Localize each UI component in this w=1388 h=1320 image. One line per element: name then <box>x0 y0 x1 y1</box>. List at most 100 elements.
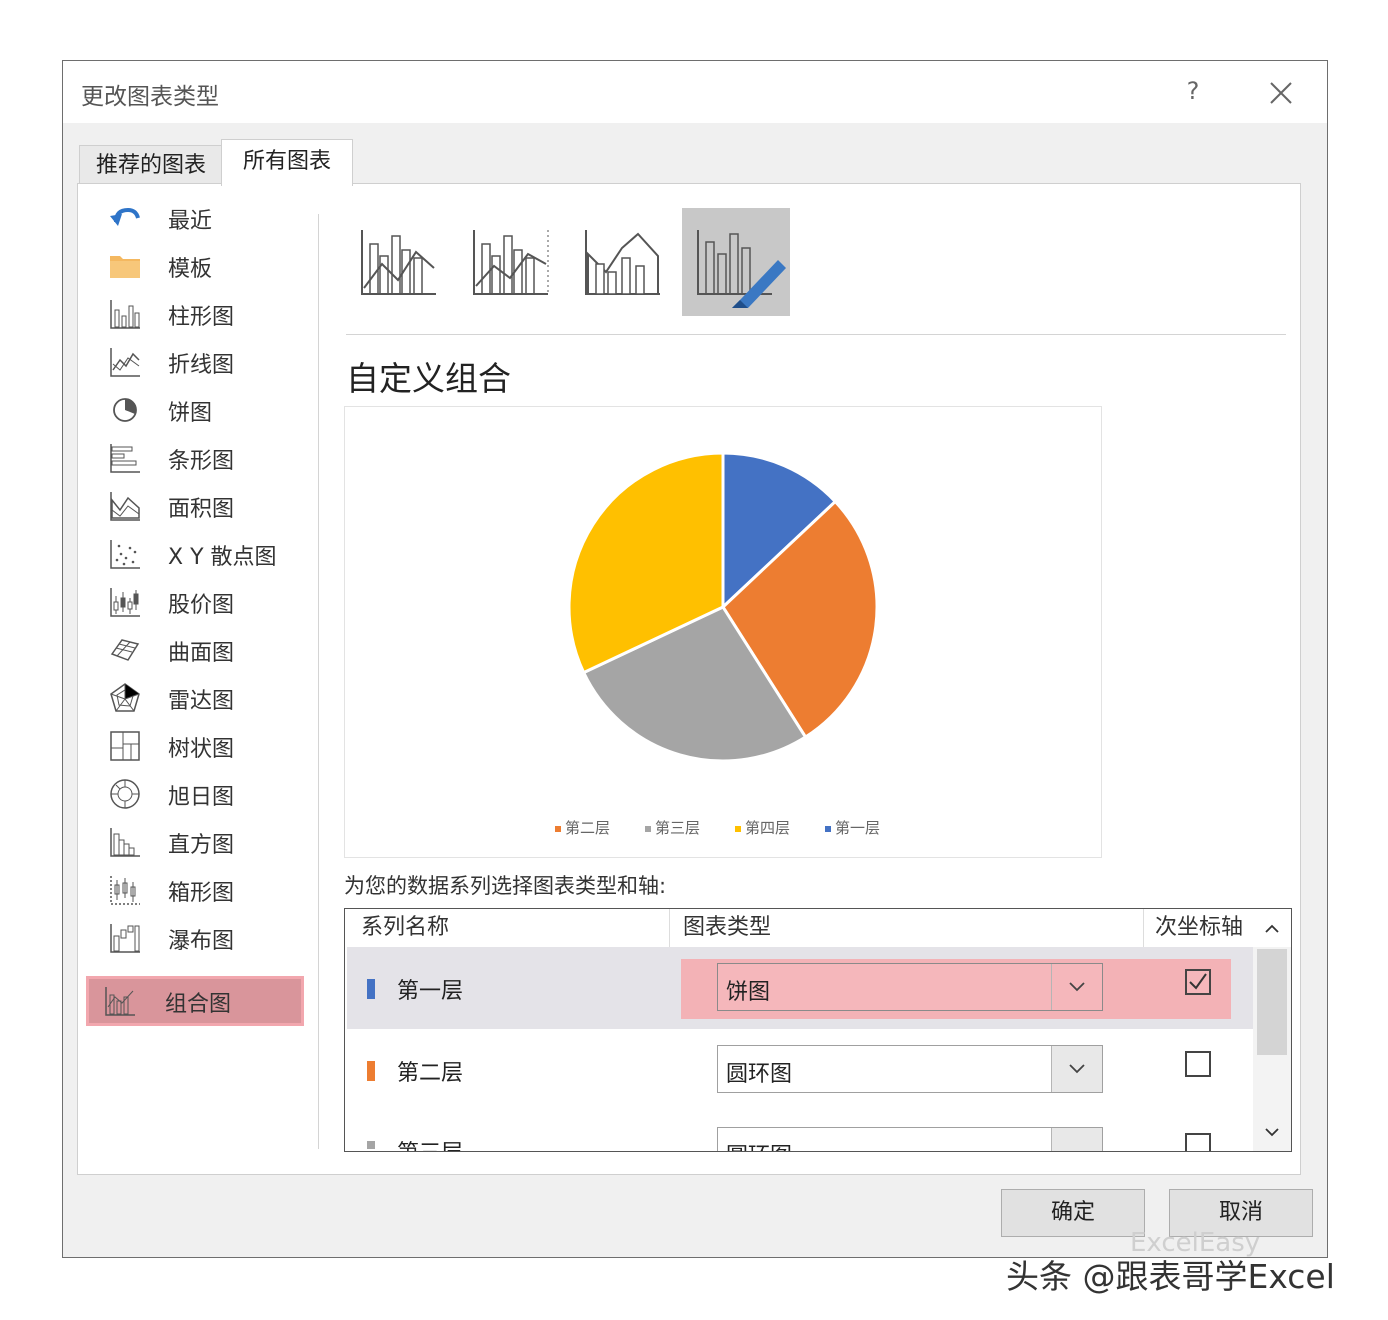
series-name: 第三层 <box>397 1135 463 1151</box>
secondary-axis-checkbox[interactable] <box>1185 1051 1211 1077</box>
category-waterfall[interactable]: 瀑布图 <box>96 918 296 958</box>
category-label: X Y 散点图 <box>168 545 277 570</box>
scrollbar-thumb[interactable] <box>1257 949 1287 1055</box>
pie-chart <box>567 451 879 763</box>
box-whisker-chart-icon <box>110 876 140 905</box>
chart-type-select[interactable]: 圆环图 <box>717 1045 1103 1093</box>
header-chart-type: 图表类型 <box>683 915 772 940</box>
close-button[interactable] <box>1261 73 1301 113</box>
category-label: 箱形图 <box>168 881 235 906</box>
category-pie[interactable]: 饼图 <box>96 390 296 430</box>
secondary-axis-checkbox[interactable] <box>1185 969 1211 995</box>
category-label: 饼图 <box>168 401 213 426</box>
subtype-clustered-column-line[interactable] <box>346 208 454 316</box>
category-radar[interactable]: 雷达图 <box>96 678 296 718</box>
dropdown-button[interactable] <box>1051 1128 1102 1151</box>
dropdown-button[interactable] <box>1051 964 1102 1010</box>
legend-swatch <box>735 825 741 832</box>
legend-item: 第一层 <box>825 817 880 838</box>
ok-button[interactable]: 确定 <box>1001 1189 1145 1237</box>
header-series-name: 系列名称 <box>361 915 450 940</box>
chevron-down-icon <box>1069 1064 1085 1074</box>
tab-all-charts[interactable]: 所有图表 <box>221 139 353 186</box>
category-label: 模板 <box>168 257 213 282</box>
subtype-separator <box>346 334 1286 335</box>
select-value: 圆环图 <box>726 1138 792 1151</box>
category-area[interactable]: 面积图 <box>96 486 296 526</box>
category-treemap[interactable]: 树状图 <box>96 726 296 766</box>
category-surface[interactable]: 曲面图 <box>96 630 296 670</box>
legend-label: 第三层 <box>655 819 701 837</box>
chart-type-select[interactable]: 饼图 <box>717 963 1103 1011</box>
dropdown-button[interactable] <box>1051 1046 1102 1092</box>
category-label: 最近 <box>168 209 213 234</box>
close-icon <box>1270 82 1292 104</box>
select-value: 饼图 <box>726 980 771 1005</box>
combo-chart-icon <box>105 987 135 1016</box>
category-label: 直方图 <box>168 833 235 858</box>
category-label: 瀑布图 <box>168 929 235 954</box>
category-stock[interactable]: 股价图 <box>96 582 296 622</box>
column-separator <box>1143 909 1144 947</box>
category-label: 条形图 <box>168 449 235 474</box>
legend-label: 第一层 <box>835 819 881 837</box>
tab-recommended-charts[interactable]: 推荐的图表 <box>79 145 223 184</box>
legend-swatch <box>645 825 651 832</box>
panel-divider <box>318 214 319 1149</box>
legend-swatch <box>825 825 831 832</box>
legend-item: 第四层 <box>735 817 790 838</box>
column-separator <box>669 909 670 947</box>
category-histogram[interactable]: 直方图 <box>96 822 296 862</box>
series-name: 第二层 <box>397 1061 464 1086</box>
category-column[interactable]: 柱形图 <box>96 294 296 334</box>
legend-label: 第二层 <box>565 819 611 837</box>
category-line[interactable]: 折线图 <box>96 342 296 382</box>
stock-chart-icon <box>110 588 140 617</box>
category-xy-scatter[interactable]: X Y 散点图 <box>96 534 296 574</box>
scroll-down-icon[interactable] <box>1257 1121 1287 1143</box>
chevron-down-icon <box>1069 982 1085 992</box>
scroll-up-icon[interactable] <box>1257 917 1287 939</box>
help-button[interactable]: ? <box>1175 73 1211 109</box>
bar-chart-icon <box>110 444 140 473</box>
legend-label: 第四层 <box>745 819 791 837</box>
category-label: 折线图 <box>168 353 235 378</box>
series-table: 系列名称 图表类型 次坐标轴 第一层 饼图 第二层 圆环图 <box>344 908 1292 1152</box>
category-recent[interactable]: 最近 <box>96 198 296 238</box>
subtype-stacked-area-clustered-column[interactable] <box>570 208 678 316</box>
undo-arrow-icon <box>110 207 140 226</box>
column-chart-icon <box>110 300 140 329</box>
category-bar[interactable]: 条形图 <box>96 438 296 478</box>
category-box-whisker[interactable]: 箱形图 <box>96 870 296 910</box>
category-label: 股价图 <box>168 593 235 618</box>
category-label: 组合图 <box>165 992 232 1017</box>
legend-swatch <box>555 825 561 832</box>
series-color-swatch <box>367 1141 375 1149</box>
category-label: 旭日图 <box>168 785 235 810</box>
scatter-chart-icon <box>110 540 140 569</box>
category-label: 面积图 <box>168 497 235 522</box>
chart-type-select[interactable]: 圆环图 <box>717 1127 1103 1151</box>
category-combo[interactable]: 组合图 <box>86 976 304 1026</box>
category-label: 树状图 <box>168 737 235 762</box>
legend-item: 第三层 <box>645 817 700 838</box>
legend-item: 第二层 <box>555 817 610 838</box>
category-templates[interactable]: 模板 <box>96 246 296 286</box>
secondary-axis-checkbox[interactable] <box>1185 1133 1211 1151</box>
sunburst-chart-icon <box>110 779 140 809</box>
custom-combination-icon <box>697 230 786 308</box>
waterfall-chart-icon <box>110 924 140 953</box>
stacked-area-clustered-column-icon <box>585 230 660 295</box>
watermark: 头条 @跟表哥学Excel <box>1006 1257 1335 1296</box>
clustered-column-line-icon <box>361 230 436 295</box>
category-label: 曲面图 <box>168 641 235 666</box>
surface-chart-icon <box>110 639 140 661</box>
subtype-column-line-secondary-axis[interactable] <box>458 208 566 316</box>
subtype-title: 自定义组合 <box>346 359 511 398</box>
subtype-custom-combination[interactable] <box>682 208 790 316</box>
series-name: 第一层 <box>397 979 464 1004</box>
category-sunburst[interactable]: 旭日图 <box>96 774 296 814</box>
series-color-swatch <box>367 1061 375 1081</box>
select-value: 圆环图 <box>726 1062 793 1087</box>
category-label: 柱形图 <box>168 305 235 330</box>
